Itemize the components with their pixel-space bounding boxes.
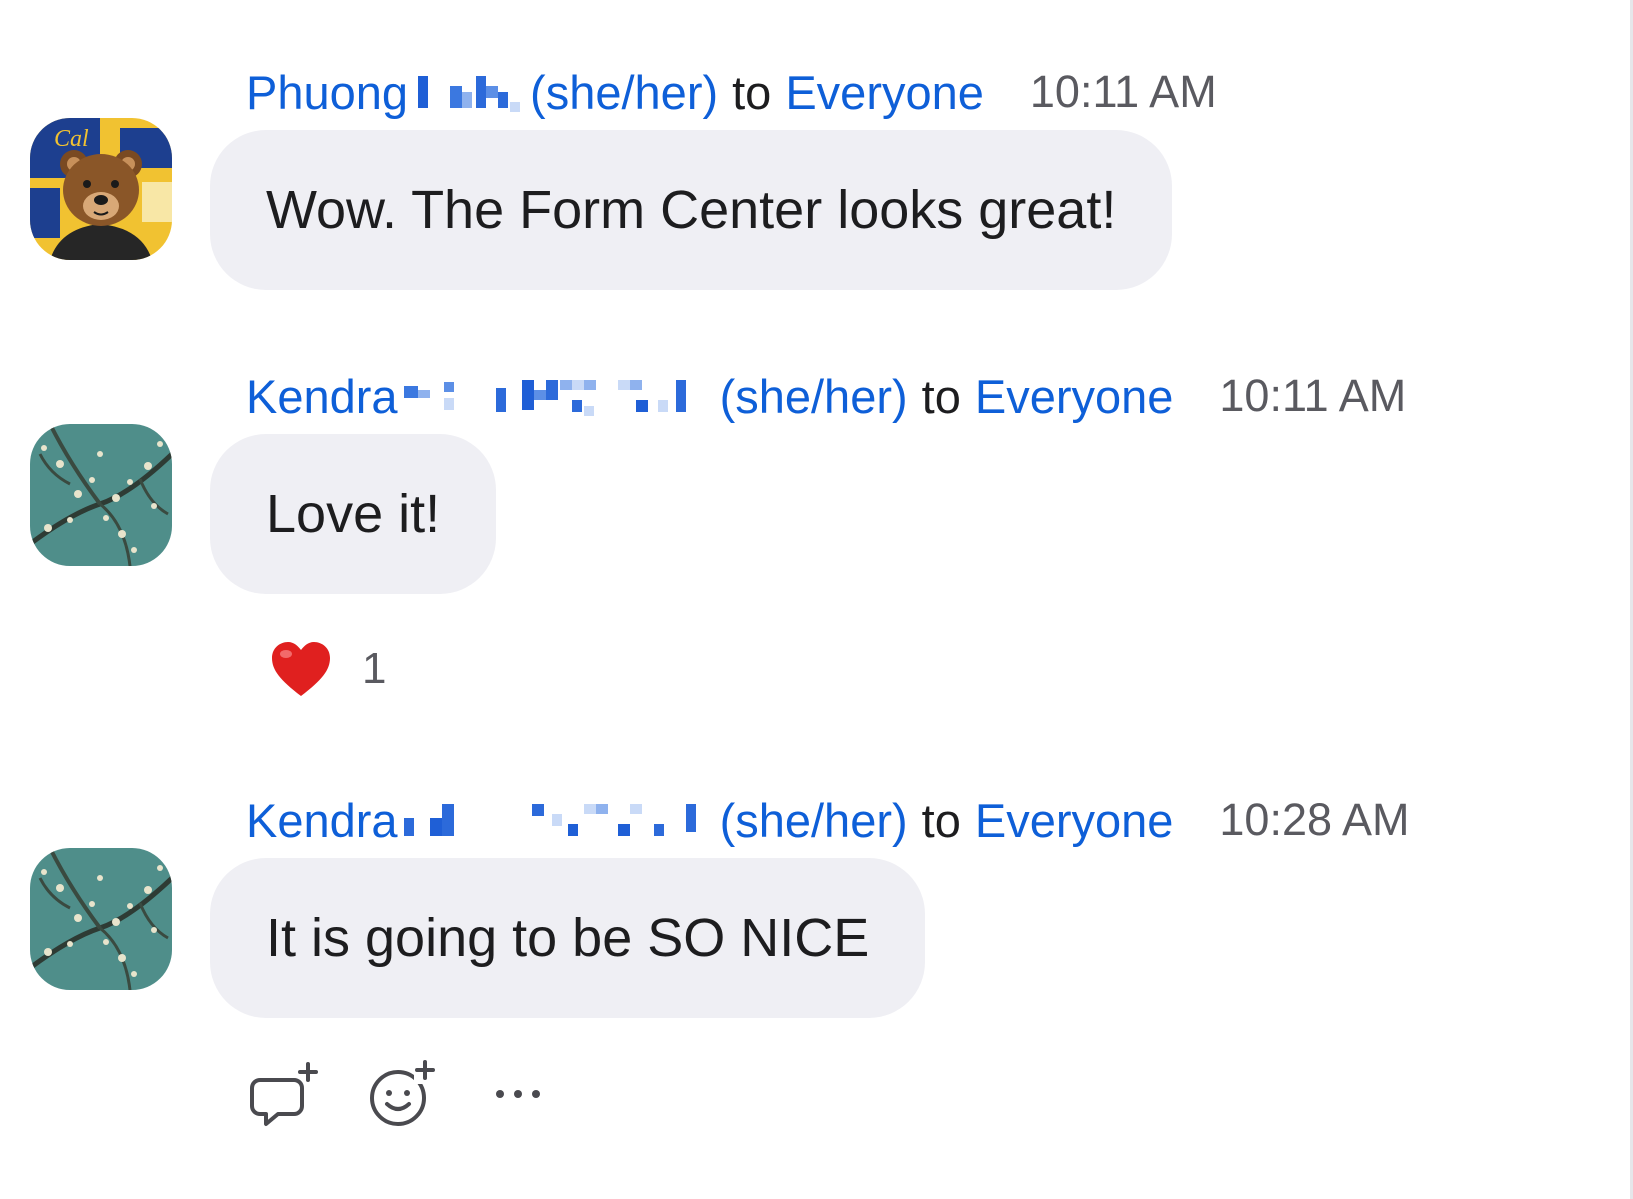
message-text: Wow. The Form Center looks great! xyxy=(266,180,1117,240)
bear-emoji-avatar-icon: Cal xyxy=(30,118,172,260)
recipient-name[interactable]: Everyone xyxy=(785,65,984,120)
message-header: Kendra (she/her) to Everyone 10:28 AM xyxy=(246,790,1410,850)
svg-text:Cal: Cal xyxy=(54,126,89,152)
reaction-chip[interactable]: 1 xyxy=(270,634,386,704)
sender-pronouns: (she/her) xyxy=(719,369,908,423)
message-bubble[interactable]: Love it! xyxy=(210,434,497,594)
message-bubble[interactable]: Wow. The Form Center looks great! xyxy=(210,130,1173,290)
heart-icon xyxy=(272,642,330,696)
add-reaction-icon xyxy=(370,1060,436,1126)
avatar[interactable] xyxy=(30,848,172,990)
more-options-button[interactable] xyxy=(482,1058,554,1130)
sender-name[interactable]: Kendra xyxy=(246,793,398,848)
sender-pronouns: (she/her) xyxy=(719,793,908,847)
message-actions xyxy=(250,1058,598,1130)
recipient-name[interactable]: Everyone xyxy=(975,793,1174,848)
redacted-surname xyxy=(403,804,696,836)
avatar[interactable]: Cal xyxy=(30,118,172,260)
sender-name[interactable]: Phuong xyxy=(246,65,408,120)
reaction-count: 1 xyxy=(362,644,387,693)
message-time: 10:11 AM xyxy=(1219,370,1407,421)
sender-name[interactable]: Kendra xyxy=(246,369,398,424)
message-time: 10:28 AM xyxy=(1219,794,1410,845)
message-text: Love it! xyxy=(266,484,441,544)
message-time: 10:11 AM xyxy=(1029,66,1217,117)
message-header: Kendra (she/her) to Everyone 10:11 AM xyxy=(246,366,1406,426)
almond-blossom-avatar-icon xyxy=(30,424,172,566)
redacted-surname xyxy=(418,76,521,112)
more-options-icon xyxy=(496,1090,540,1098)
reply-thread-icon xyxy=(250,1062,318,1126)
message-header: Phuong (she/her) to Everyone 10:11 AM xyxy=(246,62,1217,122)
redacted-surname xyxy=(403,380,686,416)
almond-blossom-avatar-icon xyxy=(30,848,172,990)
reply-thread-button[interactable] xyxy=(250,1058,322,1130)
add-reaction-button[interactable] xyxy=(366,1058,438,1130)
recipient-name[interactable]: Everyone xyxy=(975,369,1174,424)
message-text: It is going to be SO NICE xyxy=(266,908,870,968)
chat-panel: Phuong (she/her) to Everyone 10:11 AM Ca… xyxy=(0,0,1633,1199)
sender-pronouns: (she/her) xyxy=(530,65,719,119)
avatar[interactable] xyxy=(30,424,172,566)
to-label: to xyxy=(921,369,961,423)
message-bubble[interactable]: It is going to be SO NICE xyxy=(210,858,926,1018)
to-label: to xyxy=(732,65,772,119)
to-label: to xyxy=(921,793,961,847)
